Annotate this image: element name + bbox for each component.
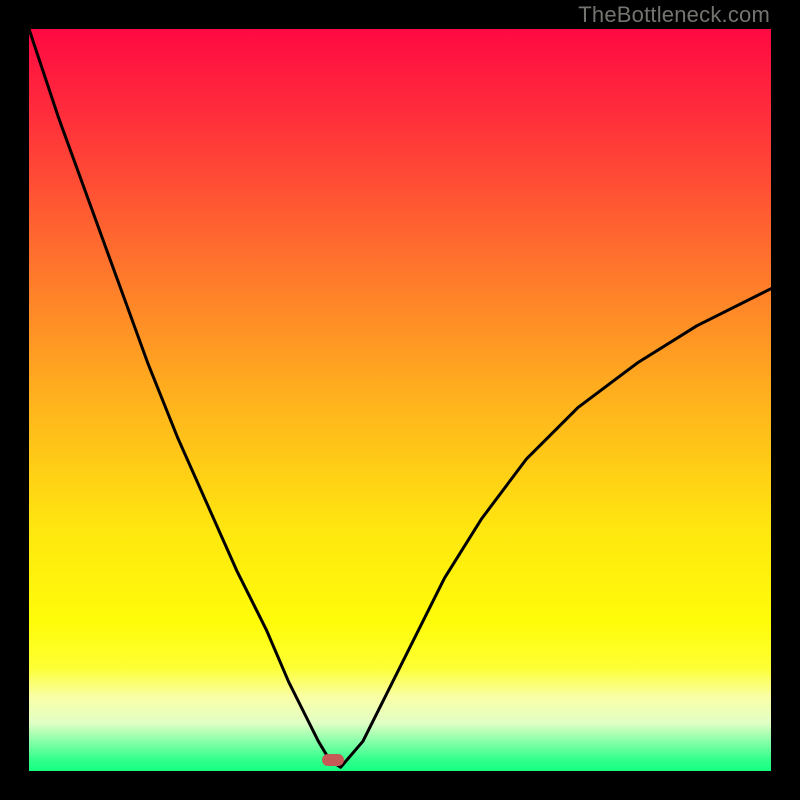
watermark-text: TheBottleneck.com	[578, 2, 770, 28]
optimum-marker	[322, 754, 344, 766]
bottleneck-curve	[29, 29, 771, 771]
plot-area	[29, 29, 771, 771]
chart-frame: TheBottleneck.com	[0, 0, 800, 800]
